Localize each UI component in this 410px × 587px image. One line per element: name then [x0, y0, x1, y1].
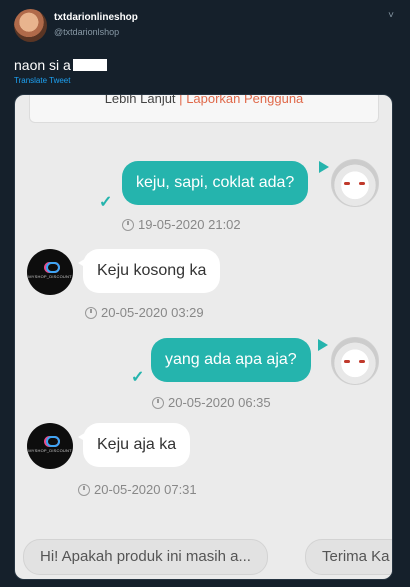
user-avatar [331, 159, 379, 207]
timestamp-text: 20-05-2020 07:31 [94, 482, 197, 497]
message-timestamp: 20-05-2020 06:35 [152, 395, 271, 410]
profile-avatar[interactable] [14, 9, 47, 42]
shop-avatar-label: MYSHOP_DISCOUNT [28, 448, 72, 453]
report-user-link[interactable]: Laporkan Pengguna [186, 95, 303, 106]
translate-tweet-link[interactable]: Translate Tweet [14, 76, 70, 85]
clock-icon [85, 306, 97, 319]
tweet-header: txtdarionlineshop @txtdarionlshop ˅ naon… [0, 0, 410, 96]
more-link[interactable]: Lebih Lanjut [105, 95, 176, 106]
shop-avatar-label: MYSHOP_DISCOUNT [28, 274, 72, 279]
message-timestamp: 19-05-2020 21:02 [122, 217, 241, 232]
message-timestamp: 20-05-2020 03:29 [85, 305, 204, 320]
avatar-eye [344, 182, 350, 185]
user-avatar [331, 337, 379, 385]
message-bubble: Keju kosong ka [83, 249, 221, 293]
tweet-text: naon si a [14, 57, 107, 73]
message-bubble: Keju aja ka [83, 423, 191, 467]
quick-reply-chip[interactable]: Hi! Apakah produk ini masih a... [23, 539, 268, 575]
message-bubble: keju, sapi, coklat ada? [122, 161, 309, 205]
separator: | [179, 94, 183, 106]
clock-icon [152, 396, 164, 409]
bubble-tail [318, 339, 328, 351]
bubble-tail [319, 161, 329, 173]
more-options-chevron-icon[interactable]: ˅ [388, 10, 394, 21]
shop-avatar: MYSHOP_DISCOUNT [27, 423, 73, 469]
tweet-media-image[interactable]: Lebih Lanjut | Laporkan Pengguna ✓ keju,… [14, 94, 393, 580]
tweet-text-content: naon si a [14, 57, 71, 73]
timestamp-text: 20-05-2020 06:35 [168, 395, 271, 410]
top-action-card: Lebih Lanjut | Laporkan Pengguna [29, 94, 379, 123]
quick-reply-chip[interactable]: Terima Ka [305, 539, 392, 575]
clock-icon [122, 218, 134, 231]
shop-avatar: MYSHOP_DISCOUNT [27, 249, 73, 295]
avatar-eye [359, 360, 365, 363]
message-bubble: yang ada apa aja? [151, 338, 311, 382]
clock-icon [78, 483, 90, 496]
shop-logo-icon [46, 436, 60, 447]
user-handle[interactable]: @txtdarionlshop [54, 27, 119, 37]
message-timestamp: 20-05-2020 07:31 [78, 482, 197, 497]
read-check-icon: ✓ [131, 369, 145, 386]
redaction-box [72, 59, 107, 71]
display-name[interactable]: txtdarionlineshop [54, 12, 138, 23]
avatar-eye [359, 182, 365, 185]
timestamp-text: 20-05-2020 03:29 [101, 305, 204, 320]
shop-logo-icon [46, 262, 60, 273]
timestamp-text: 19-05-2020 21:02 [138, 217, 241, 232]
avatar-eye [344, 360, 350, 363]
read-check-icon: ✓ [99, 194, 113, 211]
